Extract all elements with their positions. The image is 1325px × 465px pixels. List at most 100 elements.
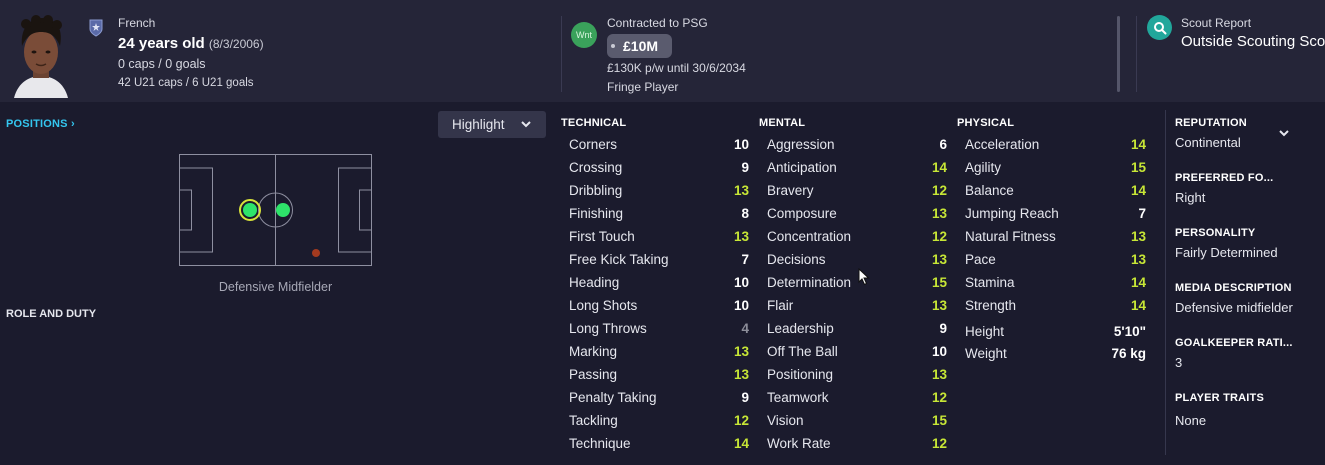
search-icon[interactable] [1147,15,1172,40]
attribute-row[interactable]: Positioning 13 [767,364,947,384]
attribute-value: 14 [1130,182,1146,198]
attribute-name: Natural Fitness [965,228,1056,244]
attribute-row[interactable]: Dribbling 13 [569,180,749,200]
chevron-down-icon[interactable] [1278,126,1290,144]
attribute-name: Penalty Taking [569,389,657,405]
player-avatar[interactable] [10,12,72,98]
attribute-name: First Touch [569,228,635,244]
attribute-row[interactable]: Decisions 13 [767,249,947,269]
attribute-row[interactable]: Corners 10 [569,134,749,154]
attribute-value: 10 [733,297,749,313]
position-pitch[interactable] [179,154,373,272]
attribute-row[interactable]: Strength 14 [965,295,1146,315]
contract-club[interactable]: Contracted to PSG [607,16,708,30]
attribute-name: Technique [569,435,631,451]
attribute-name: Agility [965,159,1002,175]
role-and-duty-heading[interactable]: ROLE AND DUTY [6,308,96,320]
attribute-name: Acceleration [965,136,1040,152]
attribute-row[interactable]: Flair 13 [767,295,947,315]
attribute-name: Determination [767,274,852,290]
player-value[interactable]: £10M [607,34,672,58]
reputation-value: Continental [1175,135,1241,150]
attribute-name: Anticipation [767,159,837,175]
media-description-value: Defensive midfielder [1175,300,1293,315]
attribute-value: 6 [939,136,947,152]
attribute-value: 13 [931,205,947,221]
attribute-value: 12 [931,389,947,405]
attribute-name: Marking [569,343,618,359]
personality-heading: PERSONALITY [1175,227,1256,239]
media-description-heading: MEDIA DESCRIPTION [1175,282,1292,294]
attribute-name: Teamwork [767,389,829,405]
attribute-row[interactable]: Aggression 6 [767,134,947,154]
attribute-row[interactable]: Concentration 12 [767,226,947,246]
attribute-row[interactable]: Off The Ball 10 [767,341,947,361]
attribute-row[interactable]: Free Kick Taking 7 [569,249,749,269]
age-text: 24 years old [118,35,205,52]
attribute-row[interactable]: Work Rate 12 [767,433,947,453]
attribute-row[interactable]: Long Throws 4 [569,318,749,338]
weight-label: Weight [965,345,1007,361]
attribute-name: Long Shots [569,297,638,313]
attribute-row[interactable]: Acceleration 14 [965,134,1146,154]
attribute-row[interactable]: Tackling 12 [569,410,749,430]
attribute-value: 12 [931,435,947,451]
player-traits-heading: PLAYER TRAITS [1175,392,1264,404]
attribute-name: Leadership [767,320,834,336]
attribute-row[interactable]: First Touch 13 [569,226,749,246]
attribute-name: Pace [965,251,996,267]
attribute-row[interactable]: Determination 15 [767,272,947,292]
attribute-row[interactable]: Leadership 9 [767,318,947,338]
attribute-name: Heading [569,274,620,290]
attribute-row[interactable]: Teamwork 12 [767,387,947,407]
header-scrollbar[interactable] [1117,16,1120,92]
attribute-row[interactable]: Agility 15 [965,157,1146,177]
attribute-value: 14 [1130,136,1146,152]
nationality[interactable]: French [118,16,155,30]
attribute-name: Concentration [767,228,852,244]
attribute-row[interactable]: Passing 13 [569,364,749,384]
attribute-value: 14 [1130,274,1146,290]
accomplished-position-marker[interactable] [276,203,290,217]
attribute-row[interactable]: Anticipation 14 [767,157,947,177]
attribute-row[interactable]: Pace 13 [965,249,1146,269]
squad-status: Fringe Player [607,80,679,94]
attribute-row[interactable]: Penalty Taking 9 [569,387,749,407]
attribute-row[interactable]: Natural Fitness 13 [965,226,1146,246]
position-caption: Defensive Midfielder [218,280,333,294]
value-dot-icon [611,44,615,48]
attribute-name: Stamina [965,274,1015,290]
attribute-row[interactable]: Technique 14 [569,433,749,453]
attribute-value: 10 [931,343,947,359]
attribute-value: 13 [733,228,749,244]
attribute-value: 13 [733,343,749,359]
attribute-row[interactable]: Crossing 9 [569,157,749,177]
attribute-row[interactable]: Balance 14 [965,180,1146,200]
attribute-row[interactable]: Long Shots 10 [569,295,749,315]
attribute-row[interactable]: Heading 10 [569,272,749,292]
attribute-value: 13 [733,366,749,382]
attribute-row[interactable]: Vision 15 [767,410,947,430]
natural-position-marker[interactable] [239,199,261,221]
highlight-dropdown[interactable]: Highlight [438,111,546,138]
transfer-status-badge[interactable]: Wnt [571,22,597,48]
scout-report-label: Scout Report [1181,16,1252,30]
u21-caps: 42 U21 caps / 6 U21 goals [118,77,254,89]
attribute-row[interactable]: Bravery 12 [767,180,947,200]
attribute-row[interactable]: Composure 13 [767,203,947,223]
player-header: French 24 years old (8/3/2006) 0 caps / … [0,0,1325,102]
attribute-row[interactable]: Stamina 14 [965,272,1146,292]
mental-heading: MENTAL [759,117,806,129]
attribute-row[interactable]: Marking 13 [569,341,749,361]
preferred-foot-value: Right [1175,190,1206,205]
attribute-name: Flair [767,297,794,313]
attribute-name: Balance [965,182,1014,198]
attribute-value: 12 [931,228,947,244]
scout-report-source[interactable]: Outside Scouting Sco [1181,33,1325,50]
attribute-value: 12 [733,412,749,428]
attribute-row[interactable]: Jumping Reach 7 [965,203,1146,223]
unconvincing-position-marker[interactable] [312,249,320,257]
positions-link[interactable]: POSITIONS › [6,118,75,130]
attribute-value: 10 [733,136,749,152]
attribute-row[interactable]: Finishing 8 [569,203,749,223]
